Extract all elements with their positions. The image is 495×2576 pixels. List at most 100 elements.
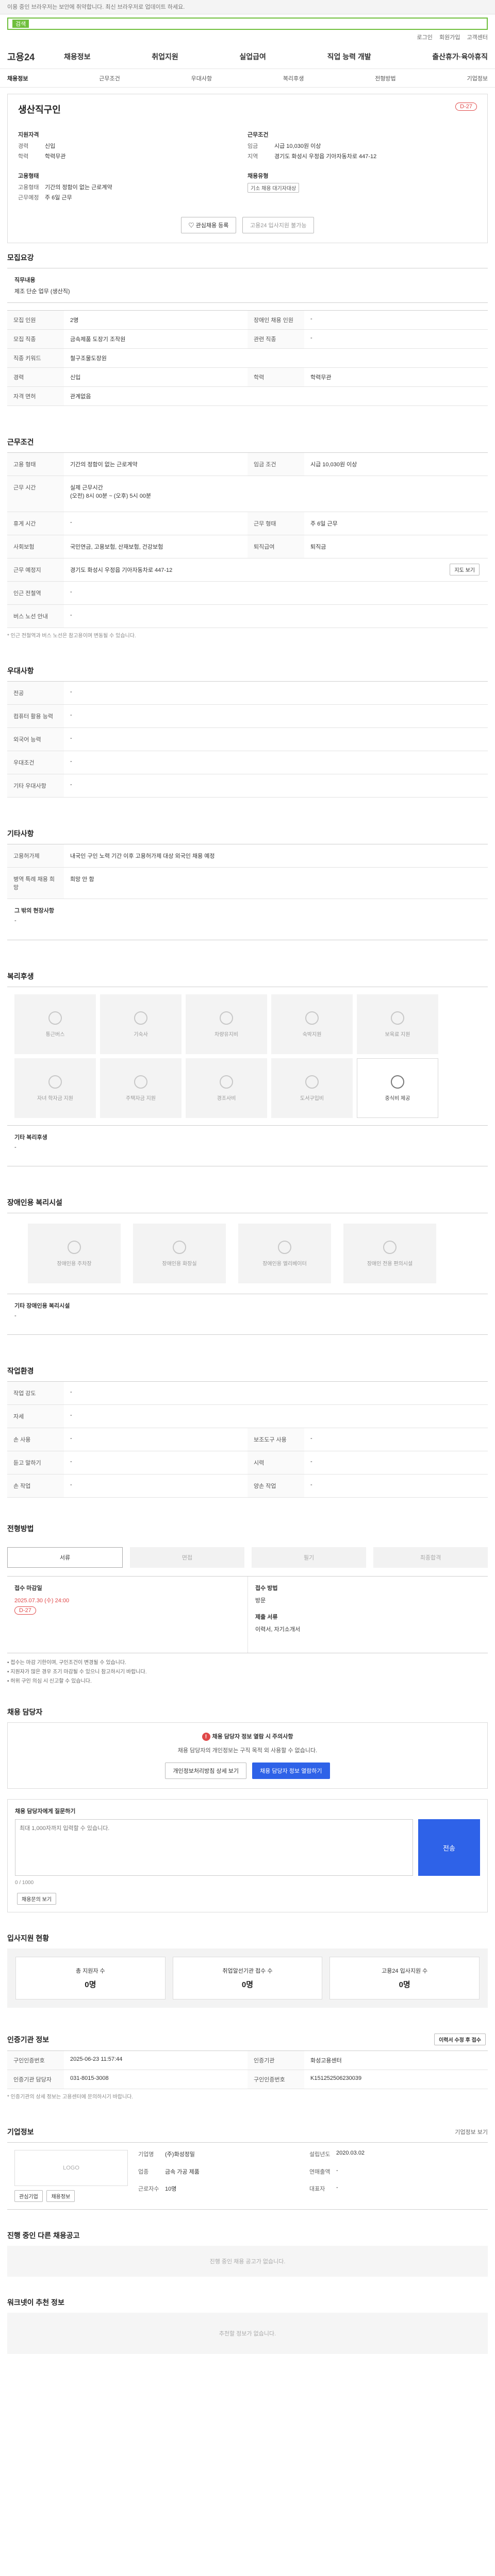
welfare-label: 숙박지원 [302,1031,322,1038]
stat-agency: 취업알선기관 접수 수 0명 [172,1957,323,1999]
company-more-link[interactable]: 기업정보 보기 [455,2128,488,2136]
qna-send-button[interactable]: 전송 [418,1819,480,1876]
welfare-label: 통근버스 [45,1031,65,1038]
disability-label: 장애인 전용 편의시설 [367,1261,413,1267]
info-value: 10명 [165,2186,177,2193]
etc-extra: 그 밖의 현장사항 - [7,899,488,940]
welfare-grid: 통근버스 기숙사 차량유지비 숙박지원 보육료 지원 자녀 학자금 지원 주택자… [7,987,488,1125]
emptype-key: 고용형태 [18,184,39,191]
section-tabs: 채용정보 근무조건 우대사항 복리후생 전형방법 기업정보 [0,69,495,88]
privacy-policy-button[interactable]: 개인정보처리방침 상세 보기 [165,1762,246,1779]
cell-value: - [70,1435,72,1442]
welfare-item: 통근버스 [14,994,96,1054]
site-logo[interactable]: 고용24 [7,50,64,63]
cell-key: 기타 우대사항 [7,774,64,797]
tab-preference[interactable]: 우대사항 [191,74,212,82]
company-box: LOGO 관심기업 채용정보 기업명 (주)화성정밀 설립년도 2020.03.02… [7,2142,488,2210]
login-link[interactable]: 로그인 [417,35,433,41]
qna-input[interactable] [15,1819,413,1876]
wage-key: 임금 [248,143,258,149]
info-value: - [336,2184,338,2191]
tab-recruit[interactable]: 채용정보 [7,74,28,82]
browser-notice: 이용 중인 브라우저는 보안에 취약합니다. 최신 브라우저로 업데이트 하세요… [0,0,495,14]
alert-icon: ! [202,1733,210,1741]
cell-key: 학력 [248,368,304,386]
cell-value: 화성고용센터 [310,2058,342,2064]
cell-value: - [70,519,72,526]
global-nav: 고용24 채용정보 취업지원 실업급여 직업 능력 개발 출산휴가·육아휴직 [0,44,495,69]
qna-count: 0 / 1000 [15,1880,34,1886]
info-key: 기업명 [138,2151,154,2158]
cell-key: 시력 [248,1451,304,1474]
gnb-leave[interactable]: 출산휴가·육아휴직 [432,52,488,62]
cell-value: 기간의 정함이 없는 근로계약 [70,462,138,468]
help-link[interactable]: 고객센터 [467,35,488,41]
qna-list-button[interactable]: 채용문의 보기 [17,1893,56,1905]
welfare-label: 보육료 지원 [385,1031,410,1038]
wheelchair-icon [383,1240,397,1254]
welfare-label: 주택자금 지원 [126,1095,156,1101]
job-desc-box: 직무내용 제조 단순 업무 (생산직) [7,268,488,303]
company-favorite-button[interactable]: 관심기업 [14,2190,43,2202]
etc-extra-value: - [14,918,16,924]
search-box[interactable]: 검색 [7,18,488,30]
env-section-title: 작업환경 [7,1367,34,1375]
tab-conditions[interactable]: 근무조건 [99,74,120,82]
cell-key: 고용 형태 [7,453,64,476]
gnb-training[interactable]: 직업 능력 개발 [327,52,371,62]
edu-value: 학력무관 [45,154,66,160]
gift-icon [220,1075,233,1089]
cell-key: 사회보험 [7,535,64,558]
job-summary: 생산직구인 D-27 지원자격 경력 신입 학력 학력무관 고용형태 고용형태 기간의… [7,94,488,243]
process-note-text: 허위 구인 의심 시 신고할 수 있습니다. [10,1679,92,1684]
process-note: • 지원자가 많은 경우 조기 마감될 수 있으니 참고하시기 바랍니다. [7,1669,147,1675]
map-button[interactable]: 지도 보기 [450,564,480,575]
tab-welfare[interactable]: 복리후생 [283,74,304,82]
cell-key: 외국어 능력 [7,728,64,751]
cell-value: - [70,758,72,765]
disability-item: 장애인용 화장실 [133,1224,226,1283]
cell-key: 고용허가제 [7,844,64,867]
method-title: 접수 방법 [255,1585,278,1591]
env-table: 작업 강도 - 자세 - 손 사용 - 보조도구 사용 - 듣고 말하기 - 시력 - 손 작업… [7,1381,488,1498]
gnb-jobs[interactable]: 채용정보 [64,52,91,62]
welfare-item: 보육료 지원 [357,994,438,1054]
info-key: 연매출액 [309,2168,331,2175]
info-value: (주)화성정밀 [165,2151,195,2158]
signup-link[interactable]: 회원가입 [439,35,460,41]
cell-key: 자격 면허 [7,387,64,405]
job-title: 생산직구인 [18,105,61,115]
welfare-label: 경조사비 [217,1095,236,1101]
welfare-item: 숙박지원 [271,994,353,1054]
cell-key: 모집 직종 [7,330,64,348]
info-key: 근로자수 [138,2186,159,2193]
agency-button[interactable]: 이력서 수정 후 접수 [434,2033,486,2045]
info-value: 2020.03.02 [336,2150,365,2156]
cell-value: 신입 [70,375,81,381]
others-empty: 진행 중인 채용 공고가 없습니다. [7,2246,488,2277]
cell-value: 철구조물도장원 [70,355,107,362]
apply-disabled-button[interactable]: 고용24 입사지원 불가능 [242,217,315,233]
gnb-support[interactable]: 취업지원 [152,52,178,62]
interest-button[interactable]: ♡ 관심채용 등록 [180,217,237,233]
cell-value: - [70,712,72,718]
gnb-benefit[interactable]: 실업급여 [239,52,266,62]
tab-company[interactable]: 기업정보 [467,74,487,82]
tab-process[interactable]: 전형방법 [375,74,395,82]
cell-value: K151252506230039 [310,2075,362,2081]
view-contact-button[interactable]: 채용 담당자 정보 열람하기 [252,1762,330,1779]
applicants-stats: 총 지원자 수 0명 취업알선기관 접수 수 0명 고용24 입사지원 수 0명 [7,1948,488,2008]
contact-desc: 채용 담당자의 개인정보는 구직 목적 외 사용할 수 없습니다. [177,1748,318,1754]
employment-title: 고용형태 [18,173,39,179]
recommend-empty: 추천할 정보가 없습니다. [7,2313,488,2354]
wage-value: 시급 10,030원 이상 [274,143,321,149]
disability-other: 기타 장애인용 복리시설 - [7,1294,488,1335]
company-jobs-button[interactable]: 채용정보 [46,2190,75,2202]
meal-icon [391,1075,404,1089]
cell-value: 실제 근무시간 (오전) 8시 00분 ~ (오후) 5시 00분 [70,485,152,499]
cell-value: - [70,782,72,788]
cell-key: 근무 예정지 [7,558,64,581]
cell-value: 시급 10,030원 이상 [310,462,357,468]
recommend-section-title: 워크넷이 추천 정보 [7,2298,64,2307]
disability-item: 장애인용 엘리베이터 [238,1224,331,1283]
